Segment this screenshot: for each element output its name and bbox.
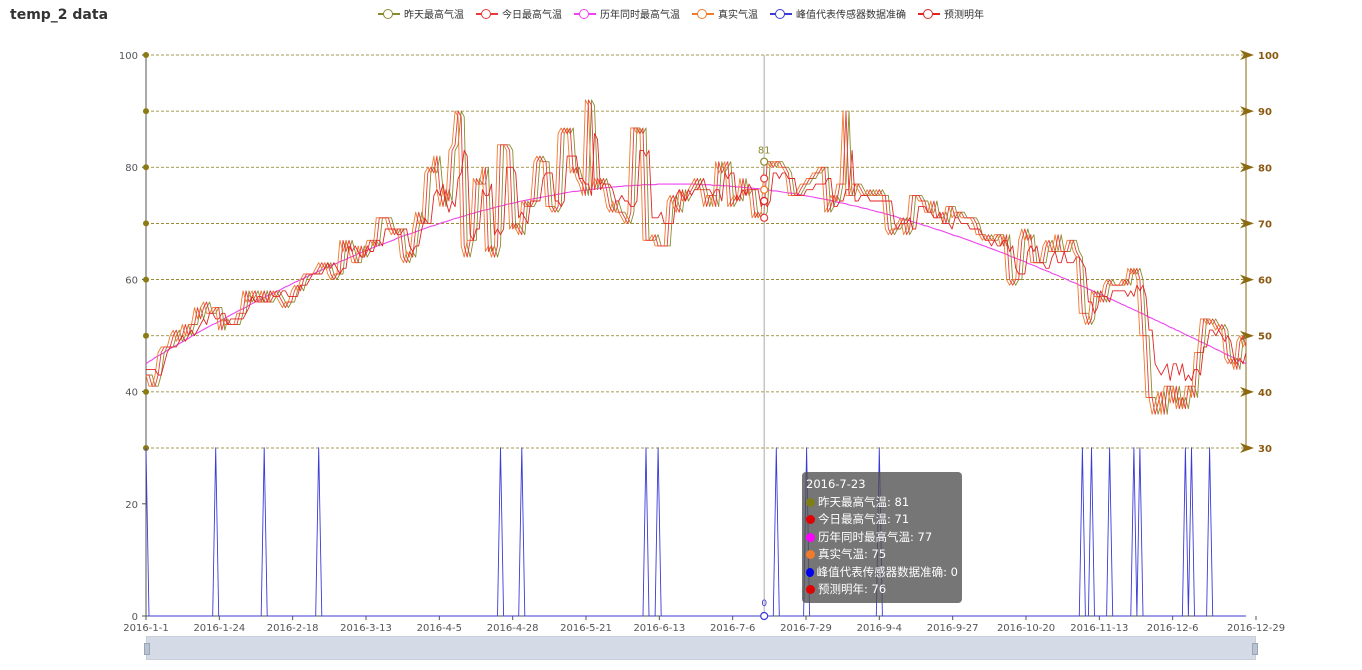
x-tick-label: 2016-3-13: [340, 623, 392, 634]
pointer-label-top: 81: [758, 146, 771, 157]
x-tick-label: 2016-9-27: [927, 623, 979, 634]
y-tick-label-left: 20: [125, 500, 138, 511]
chart-plot[interactable]: 0 20 40 60 80 100 30 40 50 60 70 80 90 100 2016-1-1 201…: [0, 0, 1362, 670]
y-tick-label-right: 70: [1258, 219, 1272, 230]
x-tick-label: 2016-12-29: [1227, 623, 1285, 634]
y-tick-label-right: 100: [1258, 51, 1279, 62]
x-tick-label: 2016-12-6: [1147, 623, 1199, 634]
tooltip-row: 峰值代表传感器数据准确: 0: [806, 564, 958, 582]
pointer-point: [760, 213, 769, 222]
x-tick-label: 2016-10-20: [997, 623, 1055, 634]
pointer-point: [760, 196, 769, 206]
tooltip-row-label-2: 历年同时最高气温: 77: [818, 529, 933, 544]
x-tick-label: 2016-4-28: [487, 623, 539, 634]
tooltip-row: 昨天最高气温: 81: [806, 494, 958, 512]
tooltip-dot-1: [806, 515, 815, 525]
y-axis-marker-left: [143, 388, 149, 395]
series-line-4: [145, 447, 1246, 617]
pointer-point: [760, 611, 769, 621]
y-axis-marker-left: [143, 108, 149, 115]
series-line-5: [146, 133, 1247, 382]
y-tick-label-right: 30: [1258, 444, 1272, 455]
tooltip-row-label-1: 今日最高气温: 71: [818, 512, 910, 526]
y-tick-label-left: 40: [125, 388, 138, 399]
tooltip-row-label-5: 预测明年: 76: [818, 582, 887, 596]
x-tick-label: 2016-7-29: [780, 623, 832, 634]
tooltip-row: 历年同时最高气温: 77: [806, 529, 958, 547]
pointer-label-bottom: 0: [761, 599, 767, 609]
y-axis-marker-left: [143, 164, 149, 171]
y-tick-label-right: 50: [1258, 332, 1272, 343]
y-tick-label-left: 60: [125, 275, 138, 286]
y-axis-marker-left: [143, 332, 149, 339]
y-tick-label-left: 0: [132, 612, 138, 623]
series-line-3: [145, 99, 1247, 415]
tooltip-row: 今日最高气温: 71: [806, 511, 958, 529]
y-tick-label-right: 60: [1258, 276, 1272, 287]
y-axis-marker-left: [143, 220, 149, 227]
pointer-point: [760, 157, 769, 166]
y-tick-label-right: 90: [1258, 107, 1272, 118]
tooltip-row: 预测明年: 76: [806, 581, 958, 599]
tooltip: 2016-7-23 昨天最高气温: 81 今日最高气温: 71 历年同时最高气温…: [802, 472, 962, 603]
tooltip-date: 2016-7-23: [806, 477, 866, 491]
y-axis-marker-left: [143, 52, 149, 58]
datazoom-handle-left[interactable]: [144, 643, 150, 655]
x-tick-label: 2016-11-13: [1070, 623, 1128, 634]
x-tick-label: 2016-6-13: [633, 623, 685, 634]
y-axis-marker-left: [143, 276, 149, 283]
pointer-point: [760, 185, 769, 194]
y-tick-label-left: 80: [125, 163, 138, 174]
series-line-0: [146, 99, 1247, 415]
y-tick-label-left: 100: [119, 51, 138, 62]
x-tick-label: 2016-4-5: [417, 623, 462, 634]
y-tick-label-right: 40: [1258, 388, 1272, 399]
x-tick-label: 2016-9-4: [857, 623, 902, 634]
tooltip-row-label-0: 昨天最高气温: 81: [818, 494, 910, 509]
x-tick-label: 2016-2-18: [267, 623, 319, 634]
y-tick-label-right: 80: [1258, 163, 1272, 174]
tooltip-dot-0: [806, 497, 815, 507]
datazoom-handle-right[interactable]: [1252, 643, 1258, 655]
series-line-1: [146, 99, 1247, 415]
tooltip-row-label-3: 真实气温: 75: [818, 547, 887, 561]
tooltip-row-label-4: 峰值代表传感器数据准确: 0: [816, 564, 958, 579]
x-tick-label: 2016-1-24: [193, 623, 245, 634]
x-tick-label: 2016-7-6: [710, 623, 755, 634]
tooltip-dot-4: [806, 567, 814, 577]
datazoom-slider[interactable]: [144, 636, 1258, 660]
x-tick-label: 2016-5-21: [560, 623, 612, 634]
tooltip-dot-2: [806, 532, 815, 542]
pointer-point: [760, 174, 769, 183]
tooltip-dot-5: [806, 585, 815, 595]
x-tick-label: 2016-1-1: [123, 623, 168, 634]
tooltip-dot-3: [806, 550, 815, 560]
tooltip-row: 真实气温: 75: [806, 546, 958, 564]
